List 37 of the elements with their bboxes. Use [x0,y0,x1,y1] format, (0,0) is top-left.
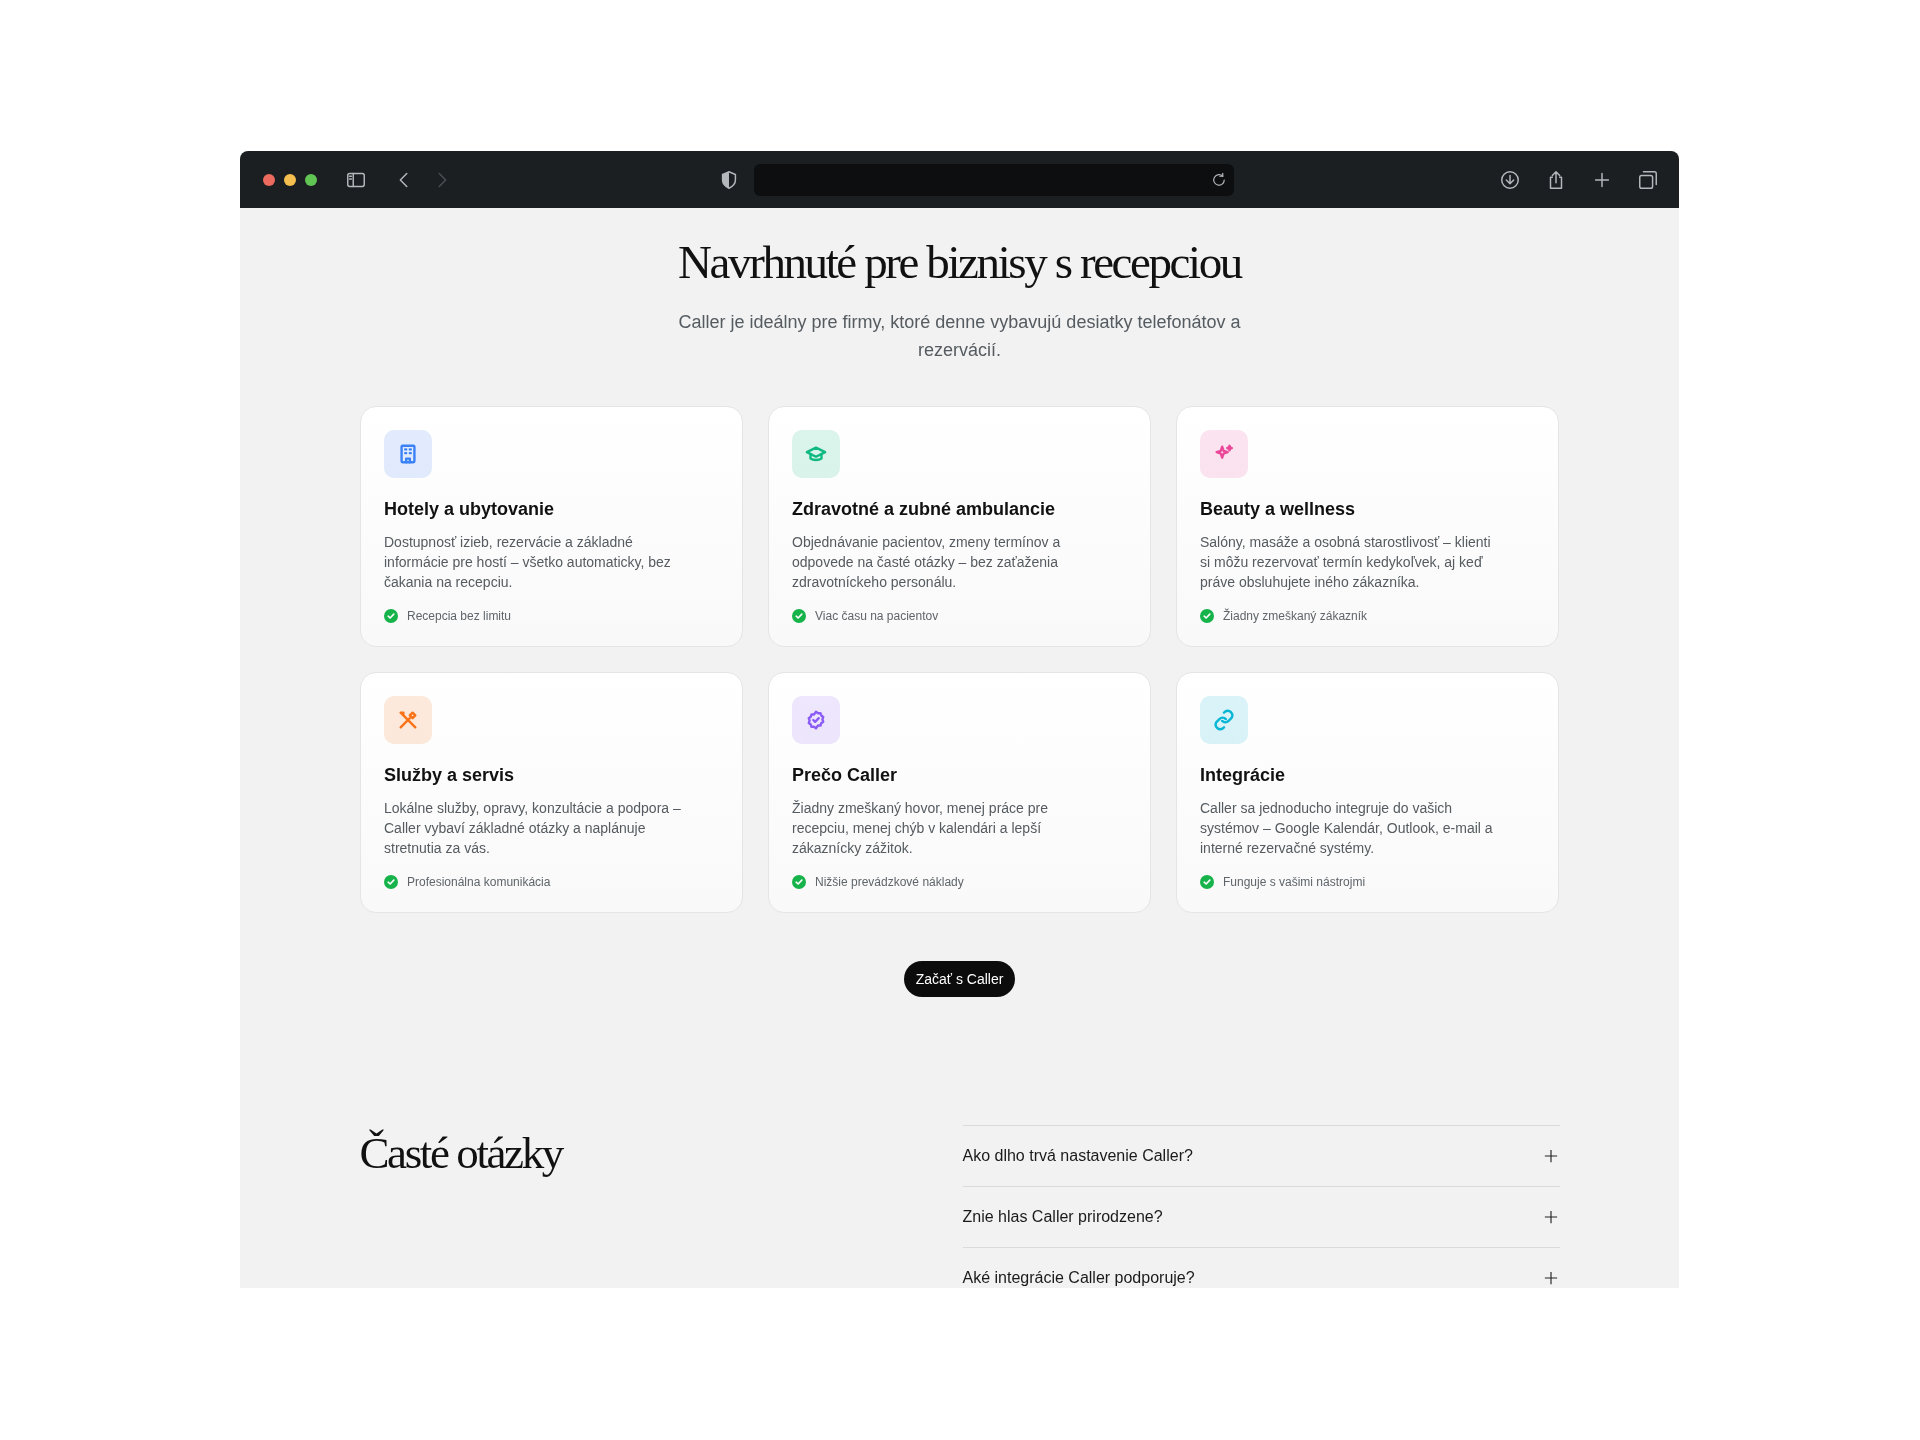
maximize-button[interactable] [305,173,317,186]
card-title: Prečo Caller [792,764,899,787]
check-circle-icon [792,875,806,889]
section-subtitle: Caller je ideálny pre firmy, ktoré denne vybavujú desiatky telefonátov a rezervácií. [677,311,1242,362]
faq-item[interactable]: Aké integrácie Caller podporuje? [962,1248,1560,1288]
check-circle-icon [1200,875,1214,889]
faq-title: Časté otázky [359,1127,562,1180]
card-description: Caller sa jednoducho integruje do vašich systémov – Google Kalendár, Outlook, e-mail a interné rezervačné systémy. [1200,799,1494,858]
check-circle-icon [384,875,398,889]
card-title: Hotely a ubytovanie [384,498,556,521]
card-description: Salóny, masáže a osobná starostlivosť – klienti si môžu rezervovať termín kedykoľvek, aj keď práve obsluhujete iného zákazníka. [1200,533,1492,592]
card-description: Dostupnosť izieb, rezervácie a základné informácie pre hostí – všetko automaticky, bez čakania na recepciu. [384,533,672,592]
close-button[interactable] [263,173,275,186]
card-description: Žiadny zmeškaný hovor, menej práce pre recepciu, menej chýb v kalendári a lepší zákaznícky zážitok. [792,799,1049,858]
card-title: Zdravotné a zubné ambulancie [792,498,1057,521]
faq-item[interactable]: Ako dlho trvá nastavenie Caller? [962,1126,1560,1187]
card-title: Integrácie [1200,764,1287,787]
check-circle-icon [1200,609,1214,623]
card-description: Objednávanie pacientov, zmeny termínov a odpovede na časté otázky – bez zaťaženia zdravotníckeho personálu. [792,533,1062,592]
check-circle-icon [384,609,398,623]
feature-label: Recepcia bez limitu [407,609,512,623]
check-circle-icon [792,609,806,623]
download-icon[interactable] [1499,168,1521,191]
feature-label: Nižšie prevádzkové náklady [815,875,964,889]
feature-label: Funguje s vašimi nástrojmi [1223,875,1366,889]
section-title: Navrhnuté pre biznisy s recepciou [678,235,1241,290]
faq-item[interactable]: Znie hlas Caller prirodzene? [962,1187,1560,1248]
feature-label: Viac času na pacientov [815,609,939,623]
minimize-button[interactable] [284,173,296,186]
card-title: Beauty a wellness [1200,498,1357,521]
feature-label: Profesionálna komunikácia [407,875,551,889]
start-button[interactable]: Začať s Caller [903,961,1016,997]
card-title: Služby a servis [384,764,516,787]
reload-icon[interactable] [1210,170,1228,189]
card-description: Lokálne služby, opravy, konzultácie a podpora – Caller vybaví základné otázky a naplánuje stretnutia za vás. [384,799,682,858]
feature-label: Žiadny zmeškaný zákazník [1223,609,1368,623]
tabs-icon[interactable] [1637,168,1659,191]
